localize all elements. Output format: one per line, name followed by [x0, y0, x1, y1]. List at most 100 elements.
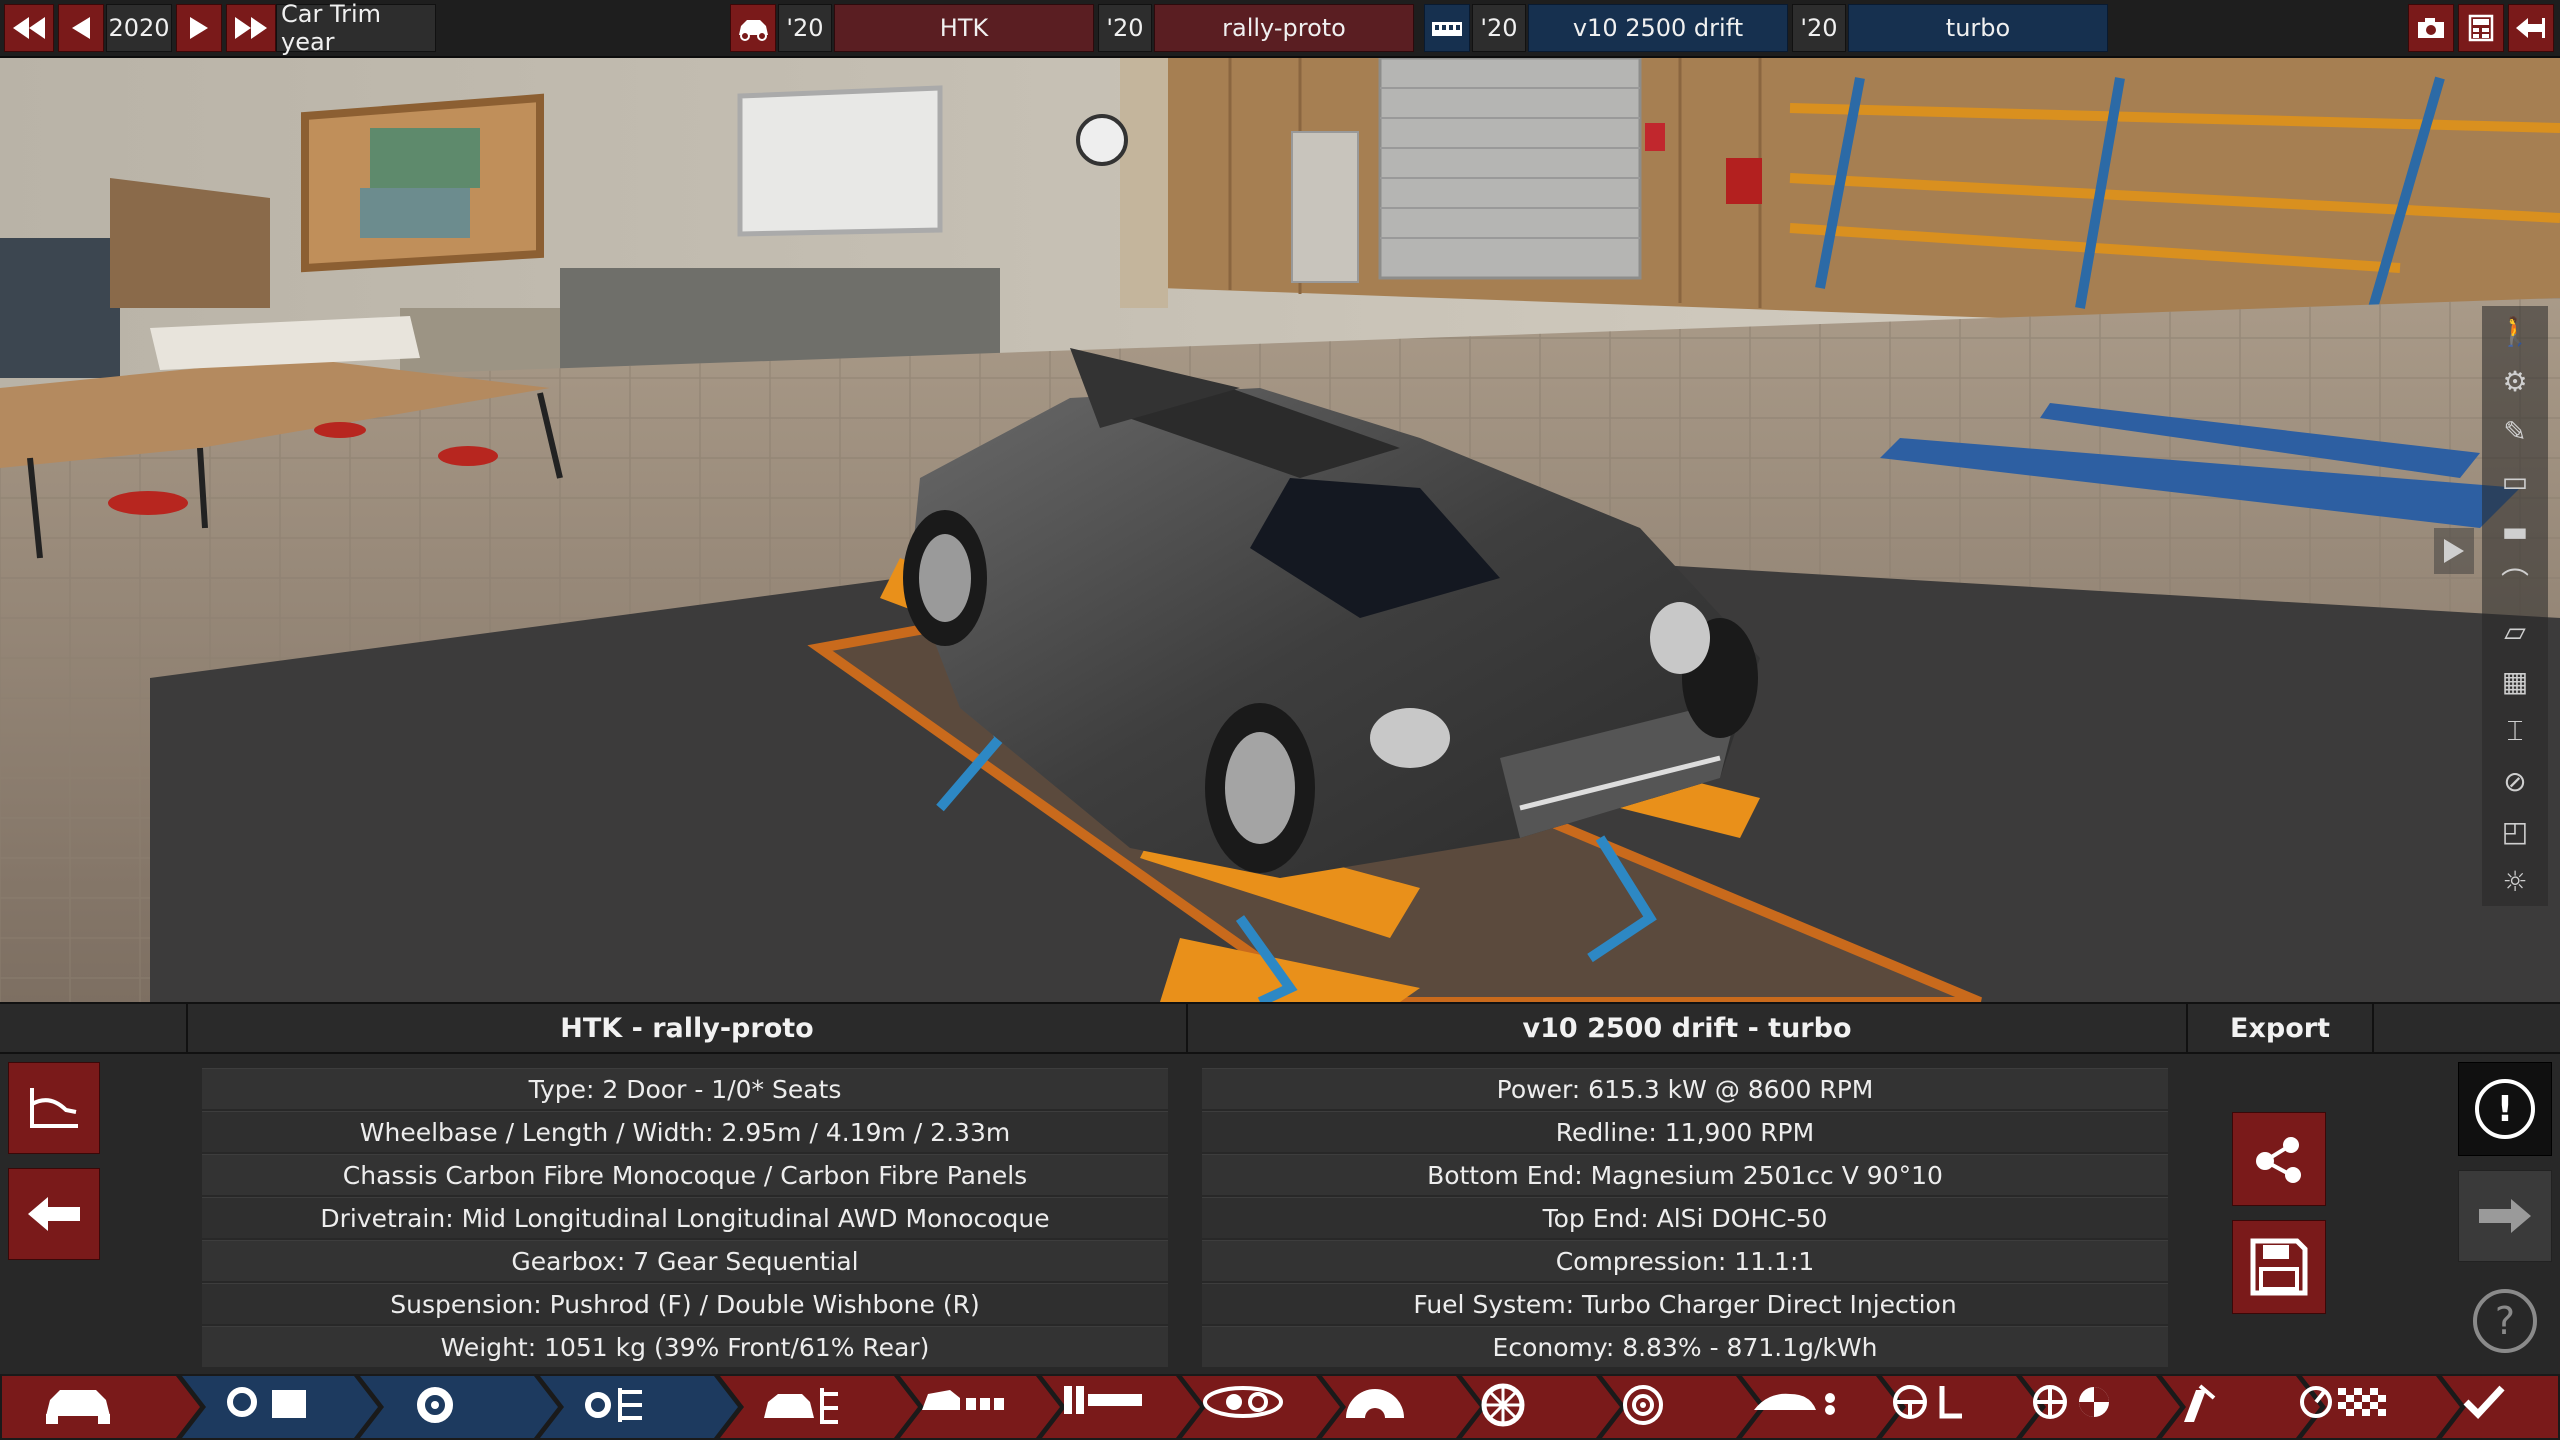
lift-icon[interactable]: ⌶ [2494, 710, 2536, 752]
info-panel: HTK - rally-proto v10 2500 drift - turbo… [0, 1002, 2560, 1376]
car-model-year: '20 [778, 4, 832, 52]
engine-placement-icon [1203, 1386, 1283, 1418]
left-header-spacer [0, 1004, 186, 1054]
nav-aero-tab[interactable] [1750, 1382, 1860, 1432]
right-header-spacer [2372, 1004, 2560, 1054]
engine-family-dropdown[interactable]: v10 2500 drift [1528, 4, 1788, 52]
car-spec-row: Suspension: Pushrod (F) / Double Wishbon… [202, 1283, 1168, 1324]
aero-car-icon [1754, 1393, 1835, 1415]
car-trim-icon [764, 1388, 838, 1424]
export-title: Export [2186, 1004, 2372, 1054]
nav-car-model-tab[interactable] [40, 1382, 150, 1432]
calculator-button[interactable] [2458, 4, 2504, 52]
car-spec-row: Gearbox: 7 Gear Sequential [202, 1240, 1168, 1281]
help-icon: ? [2473, 1289, 2537, 1353]
nav-fuel-tab[interactable] [2170, 1382, 2280, 1432]
wheel-icon[interactable]: ⚙ [2494, 360, 2536, 402]
engine-variant-year: '20 [1792, 4, 1846, 52]
calculator-icon [2468, 14, 2494, 42]
engine-gear-icon [417, 1387, 453, 1423]
share-icon [2256, 1137, 2301, 1183]
exit-arrow-icon [2516, 18, 2545, 38]
driver-figure-icon[interactable]: 🚶 [2494, 310, 2536, 352]
screenshot-button[interactable] [2408, 4, 2454, 52]
engine-variant-dropdown[interactable]: turbo [1848, 4, 2108, 52]
next-button[interactable] [2458, 1170, 2552, 1262]
warnings-button[interactable]: ! [2458, 1062, 2552, 1156]
garage-viewport[interactable]: 🚶 ⚙ ✎ ▭ ▬ ⌒ ▱ ▦ ⌶ ⊘ ◰ ☼ [0, 58, 2560, 1002]
car-spec-row: Wheelbase / Length / Width: 2.95m / 4.19… [202, 1111, 1168, 1152]
nav-engine-tab[interactable] [400, 1382, 510, 1432]
nav-wheels-tab[interactable] [1480, 1382, 1580, 1432]
chassis-frame-icon [1064, 1386, 1142, 1414]
wheel-balance-icon [2033, 1385, 2109, 1419]
arrow-right-icon [190, 17, 208, 39]
engine-spec-row: Economy: 8.83% - 871.1g/kWh [1202, 1326, 2168, 1367]
engine-select-button[interactable] [1424, 4, 1470, 52]
nav-body-tab[interactable] [920, 1382, 1020, 1432]
engine-family-year: '20 [1472, 4, 1526, 52]
bottom-navigation [0, 1374, 2560, 1440]
engine-title: v10 2500 drift - turbo [1186, 1004, 2186, 1054]
no-entry-icon[interactable]: ⊘ [2494, 760, 2536, 802]
nav-engine-placement-tab[interactable] [1200, 1382, 1300, 1432]
year-prev-button[interactable] [58, 4, 104, 52]
gear-half-icon [1346, 1389, 1404, 1422]
nav-finish-tab[interactable] [2462, 1382, 2558, 1432]
trim-year: '20 [1098, 4, 1152, 52]
exit-button[interactable] [2508, 4, 2554, 52]
car-spec-row: Chassis Carbon Fibre Monocoque / Carbon … [202, 1154, 1168, 1195]
steering-seat-icon [1893, 1385, 1962, 1419]
engine-spec-row: Compression: 11.1:1 [1202, 1240, 2168, 1281]
chassis-outline-icon [30, 1088, 78, 1128]
nav-tyres-tab[interactable] [2030, 1382, 2140, 1432]
panel-icon[interactable]: ▬ [2494, 510, 2536, 552]
nav-car-trim-tab[interactable] [760, 1382, 870, 1432]
gauge-flag-icon [2300, 1386, 2386, 1418]
edit-chassis-button[interactable] [8, 1062, 100, 1154]
car-spec-row: Weight: 1051 kg (39% Front/61% Rear) [202, 1326, 1168, 1367]
nav-suspension-tab[interactable] [1340, 1382, 1440, 1432]
nav-interior-tab[interactable] [1890, 1382, 2000, 1432]
year-last-button[interactable] [226, 4, 276, 52]
help-button[interactable]: ? [2472, 1288, 2538, 1354]
engine-spec-row: Redline: 11,900 RPM [1202, 1111, 2168, 1152]
year-next-button[interactable] [176, 4, 222, 52]
top-bar: 2020 Car Trim year '20 HTK '20 rally-pro… [0, 0, 2560, 58]
arrow-left-icon [72, 17, 90, 39]
garage-scene [0, 58, 2560, 1002]
year-value: 2020 [106, 4, 172, 52]
light-bulb-icon[interactable]: ☼ [2494, 860, 2536, 902]
body-icon[interactable]: ⌒ [2494, 560, 2536, 602]
chassis-icon[interactable]: ▭ [2494, 460, 2536, 502]
nav-engine-family-tab[interactable] [220, 1382, 330, 1432]
nav-engine-tree-tab[interactable] [580, 1382, 690, 1432]
engine-specs-list: Power: 615.3 kW @ 8600 RPM Redline: 11,9… [1202, 1068, 2168, 1369]
car-side-icon[interactable]: ▱ [2494, 610, 2536, 652]
nav-testing-tab[interactable] [2300, 1382, 2430, 1432]
car-seats-icon [922, 1390, 1004, 1410]
toolbar-expand-button[interactable] [2434, 528, 2474, 574]
engine-spec-row: Power: 615.3 kW @ 8600 RPM [1202, 1068, 2168, 1109]
engine-tree-icon [585, 1388, 642, 1422]
car-model-dropdown[interactable]: HTK [834, 4, 1094, 52]
scene-toolbar: 🚶 ⚙ ✎ ▭ ▬ ⌒ ▱ ▦ ⌶ ⊘ ◰ ☼ [2482, 306, 2548, 906]
expand-icon[interactable]: ◰ [2494, 810, 2536, 852]
checkmark-icon [2463, 1385, 2505, 1420]
nav-chassis-tab[interactable] [1060, 1382, 1160, 1432]
arrow-forward-icon [2479, 1199, 2531, 1233]
nav-brakes-tab[interactable] [1620, 1382, 1720, 1432]
back-button[interactable] [8, 1168, 100, 1260]
trim-dropdown[interactable]: rally-proto [1154, 4, 1414, 52]
car-select-button[interactable] [730, 4, 776, 52]
paint-icon[interactable]: ✎ [2494, 410, 2536, 452]
save-button[interactable] [2232, 1220, 2326, 1314]
exclaim-icon: ! [2475, 1079, 2535, 1139]
skip-forward-icon [235, 17, 267, 39]
share-button[interactable] [2232, 1112, 2326, 1206]
car-title: HTK - rally-proto [186, 1004, 1186, 1054]
camera-icon [2418, 18, 2444, 38]
skip-back-icon [13, 17, 45, 39]
engine-block-icon[interactable]: ▦ [2494, 660, 2536, 702]
year-first-button[interactable] [4, 4, 54, 52]
